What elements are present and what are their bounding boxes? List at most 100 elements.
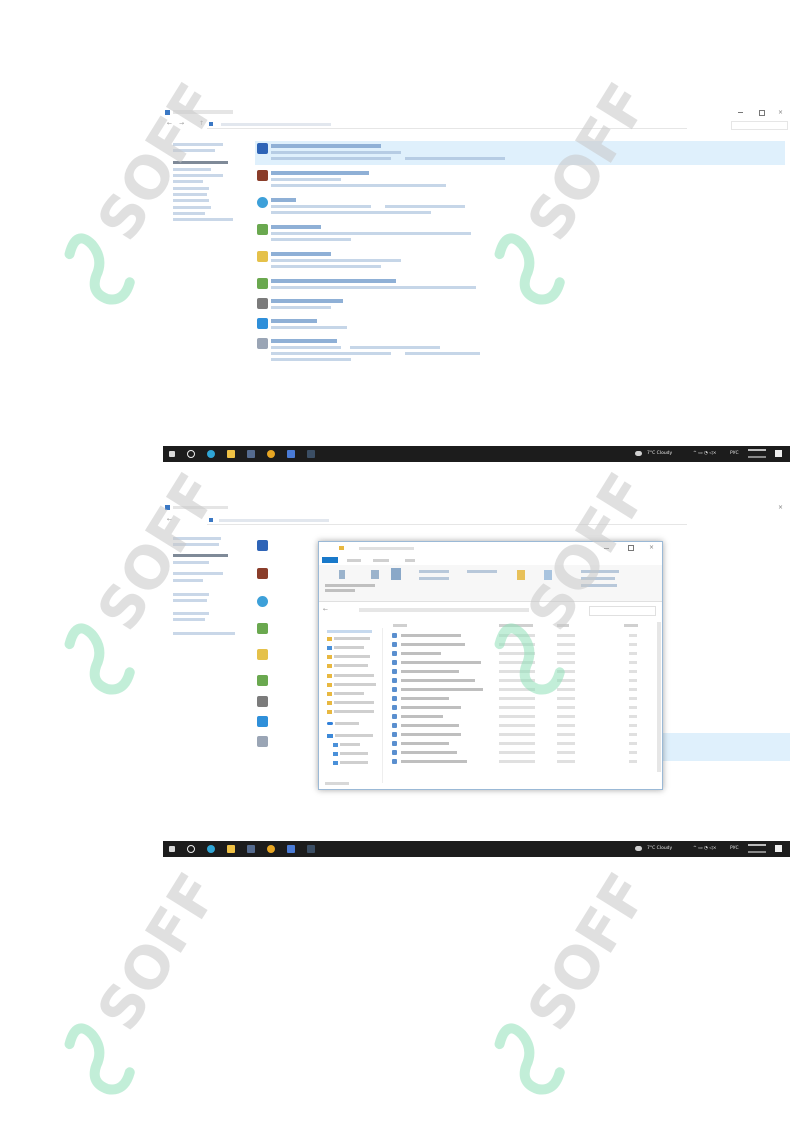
nav-folder[interactable] [334, 701, 374, 704]
weather-icon[interactable] [635, 846, 642, 851]
tab-share[interactable] [373, 559, 389, 562]
minimize-icon[interactable] [738, 112, 743, 113]
sidebar-item[interactable] [173, 174, 223, 177]
category-link[interactable] [271, 286, 476, 289]
column-date[interactable] [499, 624, 533, 627]
category-link[interactable] [271, 211, 431, 214]
sidebar-item[interactable] [173, 180, 203, 183]
forward-arrow-icon[interactable]: → [179, 120, 184, 127]
category-link[interactable] [271, 358, 351, 361]
edge-icon[interactable] [207, 450, 215, 458]
app-icon[interactable] [247, 845, 255, 853]
app-icon[interactable] [247, 450, 255, 458]
explorer-breadcrumb[interactable] [359, 608, 529, 612]
file-row[interactable] [389, 695, 654, 702]
category-link[interactable] [271, 184, 446, 187]
nav-folder[interactable] [334, 655, 370, 658]
sidebar-item[interactable] [173, 561, 209, 564]
sidebar-item[interactable] [173, 537, 221, 540]
sidebar-item-home[interactable] [173, 143, 223, 146]
sidebar-item[interactable] [173, 599, 207, 602]
sidebar-item-active[interactable] [173, 554, 228, 557]
category-defender[interactable] [255, 168, 785, 192]
sidebar-item[interactable] [173, 572, 223, 575]
nav-folder[interactable] [334, 692, 364, 695]
sidebar-item[interactable] [173, 579, 203, 582]
edge-icon[interactable] [207, 845, 215, 853]
category-link[interactable] [271, 205, 371, 208]
nav-folder[interactable] [334, 683, 376, 686]
pin-icon[interactable] [339, 570, 345, 579]
category-link[interactable] [271, 346, 341, 349]
nav-this-pc[interactable] [335, 734, 373, 737]
category-link[interactable] [271, 326, 347, 329]
sidebar-item-active[interactable] [173, 161, 228, 164]
category-power[interactable] [255, 222, 785, 246]
language-indicator[interactable]: РУС [730, 846, 739, 851]
sidebar-item[interactable] [173, 618, 205, 621]
app-icon[interactable] [287, 845, 295, 853]
column-name[interactable] [393, 624, 407, 627]
explorer-search-input[interactable] [589, 606, 656, 616]
explorer-icon[interactable] [227, 845, 235, 853]
new-folder-icon[interactable] [517, 570, 525, 580]
category-link[interactable] [271, 151, 401, 154]
app-icon[interactable] [287, 450, 295, 458]
search-icon[interactable] [187, 845, 195, 853]
maximize-icon[interactable] [759, 110, 765, 116]
category-link[interactable] [271, 232, 471, 235]
file-row[interactable] [389, 740, 654, 747]
up-arrow-icon[interactable]: ↑ [199, 120, 204, 127]
file-row[interactable] [389, 758, 654, 765]
category-history[interactable] [255, 249, 785, 273]
category-admin-tools[interactable] [255, 336, 785, 368]
file-row[interactable] [389, 632, 654, 639]
start-icon[interactable] [169, 451, 175, 457]
file-row[interactable] [389, 668, 654, 675]
rename-icon[interactable] [419, 577, 449, 580]
tray-icons[interactable]: ^ ▭ ◔ ◁× [693, 846, 716, 851]
category-link[interactable] [350, 346, 440, 349]
sidebar-item[interactable] [173, 193, 207, 196]
app-icon[interactable] [307, 450, 315, 458]
copy-icon[interactable] [371, 570, 379, 579]
sidebar-item[interactable] [173, 187, 209, 190]
address-bar[interactable] [207, 121, 687, 129]
file-row[interactable] [389, 686, 654, 693]
sidebar-item[interactable] [173, 612, 209, 615]
tab-file[interactable] [322, 557, 338, 563]
notifications-icon[interactable] [775, 845, 782, 852]
tray-icons[interactable]: ^ ▭ ◔ ◁× [693, 451, 716, 456]
select-all-icon[interactable] [581, 570, 619, 573]
invert-selection-icon[interactable] [581, 584, 617, 587]
app-icon[interactable] [307, 845, 315, 853]
nav-folder[interactable] [334, 674, 374, 677]
column-size[interactable] [624, 624, 638, 627]
weather-text[interactable]: 7°C Cloudy [647, 846, 672, 851]
language-indicator[interactable]: РУС [730, 451, 739, 456]
notifications-icon[interactable] [775, 450, 782, 457]
sidebar-item[interactable] [173, 593, 209, 596]
file-row[interactable] [389, 677, 654, 684]
weather-text[interactable]: 7°C Cloudy [647, 451, 672, 456]
move-icon[interactable] [419, 570, 449, 573]
nav-folder[interactable] [334, 646, 364, 649]
search-input[interactable] [731, 121, 788, 130]
search-icon[interactable] [187, 450, 195, 458]
category-link[interactable] [271, 265, 381, 268]
sidebar-item[interactable] [173, 218, 233, 221]
nav-folder[interactable] [340, 761, 368, 764]
select-none-icon[interactable] [581, 577, 615, 580]
scrollbar[interactable] [657, 622, 661, 772]
file-row[interactable] [389, 704, 654, 711]
category-link[interactable] [271, 238, 351, 241]
category-link[interactable] [385, 205, 465, 208]
tab-view[interactable] [405, 559, 415, 562]
category-link[interactable] [271, 178, 341, 181]
file-row[interactable] [389, 749, 654, 756]
back-arrow-icon[interactable]: ← [323, 606, 328, 613]
explorer-icon[interactable] [227, 450, 235, 458]
close-icon[interactable]: × [778, 109, 783, 116]
file-row[interactable] [389, 731, 654, 738]
nav-quick-access[interactable] [327, 630, 372, 633]
